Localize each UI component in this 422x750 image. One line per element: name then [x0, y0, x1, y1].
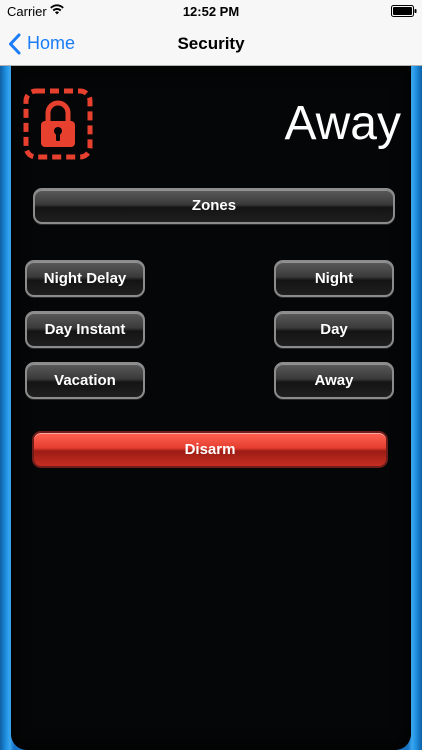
navigation-bar: Home Security	[0, 22, 422, 66]
away-button[interactable]: Away	[274, 362, 394, 399]
vacation-button[interactable]: Vacation	[25, 362, 145, 399]
battery-icon	[391, 5, 417, 17]
disarm-button[interactable]: Disarm	[32, 431, 388, 468]
day-button[interactable]: Day	[274, 311, 394, 348]
night-delay-button[interactable]: Night Delay	[25, 260, 145, 297]
status-bar: Carrier 12:52 PM	[0, 0, 422, 22]
security-screen: Carrier 12:52 PM Home Security Away Zone…	[0, 0, 422, 750]
back-button-label: Home	[27, 33, 76, 53]
security-panel: Away Zones Night Delay Night Day Instant…	[11, 66, 411, 750]
back-button[interactable]: Home	[8, 22, 75, 65]
night-button[interactable]: Night	[274, 260, 394, 297]
clock-label: 12:52 PM	[182, 4, 240, 19]
day-instant-button[interactable]: Day Instant	[25, 311, 145, 348]
chevron-left-icon	[9, 33, 21, 54]
content-area: Away Zones Night Delay Night Day Instant…	[0, 66, 422, 750]
security-mode-label: Away	[284, 97, 401, 150]
zones-button[interactable]: Zones	[33, 188, 395, 224]
lock-icon	[23, 88, 93, 160]
